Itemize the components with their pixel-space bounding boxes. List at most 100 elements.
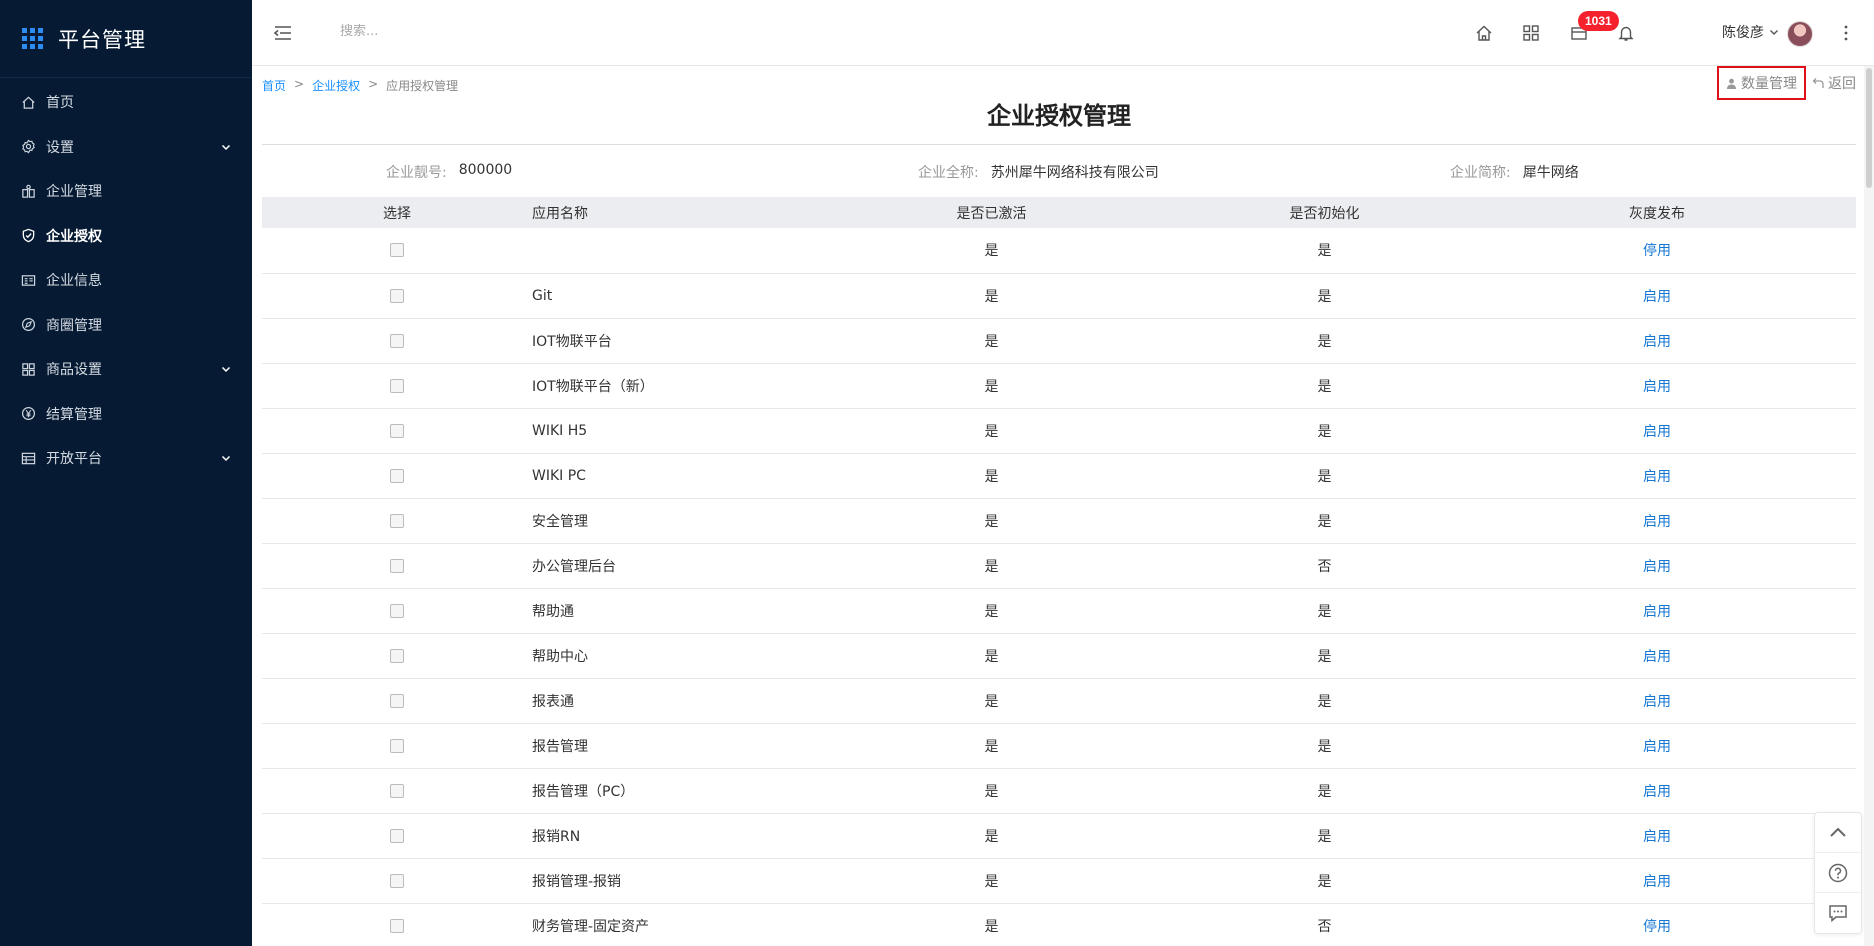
row-checkbox[interactable] <box>390 738 404 753</box>
row-checkbox[interactable] <box>390 783 404 798</box>
gray-release-toggle[interactable]: 启用 <box>1643 739 1671 755</box>
row-checkbox[interactable] <box>390 378 404 393</box>
title-divider <box>262 144 1856 145</box>
row-checkbox[interactable] <box>390 603 404 618</box>
gray-release-cell: 启用 <box>1458 363 1856 408</box>
sidebar-item-6[interactable]: 商圈管理 <box>0 303 252 348</box>
company-info: 企业靓号: 800000 企业全称: 苏州犀牛网络科技有限公司 企业简称: 犀牛… <box>262 162 1856 184</box>
help-button[interactable] <box>1815 853 1861 893</box>
gray-release-cell: 启用 <box>1458 858 1856 903</box>
row-checkbox[interactable] <box>390 288 404 303</box>
gray-release-toggle[interactable]: 启用 <box>1643 334 1671 350</box>
sidebar-item-5[interactable]: 企业信息 <box>0 258 252 303</box>
page-scrollbar[interactable] <box>1864 66 1874 946</box>
gray-release-toggle[interactable]: 启用 <box>1643 379 1671 395</box>
company-fullname-label: 企业全称: <box>918 165 979 181</box>
user-menu[interactable]: 陈俊彦 <box>1722 22 1780 42</box>
row-checkbox[interactable] <box>390 828 404 843</box>
sidebar-item-1[interactable]: 首页 <box>0 80 252 125</box>
breadcrumb-parent[interactable]: 企业授权 <box>312 77 360 94</box>
chevron-down-icon[interactable] <box>220 141 232 153</box>
row-checkbox[interactable] <box>390 648 404 663</box>
chevron-down-icon[interactable] <box>220 363 232 375</box>
shield-icon <box>20 228 36 244</box>
breadcrumb-separator: > <box>368 77 379 91</box>
more-vertical-icon[interactable] <box>1839 24 1853 42</box>
sidebar-item-7[interactable]: 商品设置 <box>0 347 252 392</box>
chevron-up-icon <box>1830 827 1846 837</box>
gray-release-toggle[interactable]: 停用 <box>1643 243 1671 259</box>
sidebar-item-4[interactable]: 企业授权 <box>0 214 252 259</box>
activated-cell: 是 <box>984 513 999 530</box>
app-auth-table-wrap: 选择 应用名称 是否已激活 是否初始化 灰度发布 是是停用 Git 是是启用 IOT物… <box>262 197 1856 946</box>
gray-release-toggle[interactable]: 启用 <box>1643 604 1671 620</box>
topbar: 1031 陈俊彦 <box>252 0 1874 66</box>
bell-icon[interactable] <box>1617 24 1635 42</box>
table-row: IOT物联平台 是 是 启用 <box>262 318 1856 363</box>
table-row: 帮助通 是 是 启用 <box>262 588 1856 633</box>
gray-release-cell: 启用 <box>1458 273 1856 318</box>
select-cell <box>262 498 532 543</box>
row-checkbox[interactable] <box>390 558 404 573</box>
initialized-cell: 是 <box>1317 423 1332 440</box>
back-to-top-button[interactable] <box>1815 813 1861 853</box>
breadcrumb-home[interactable]: 首页 <box>262 77 286 94</box>
gray-release-toggle[interactable]: 启用 <box>1643 649 1671 665</box>
row-checkbox[interactable] <box>390 333 404 348</box>
row-checkbox[interactable] <box>390 918 404 933</box>
gray-release-toggle[interactable]: 启用 <box>1643 424 1671 440</box>
building-icon <box>20 183 36 199</box>
app-name-cell: 报告管理 <box>532 738 588 755</box>
sidebar-item-8[interactable]: 结算管理 <box>0 392 252 437</box>
sidebar-item-3[interactable]: 企业管理 <box>0 169 252 214</box>
feedback-button[interactable] <box>1815 893 1861 933</box>
quantity-management-button[interactable]: 数量管理 <box>1717 66 1806 100</box>
initialized-cell: 是 <box>1317 243 1332 260</box>
notification-badge: 1031 <box>1578 11 1619 31</box>
activated-cell: 是 <box>984 648 999 665</box>
apps-grid-icon[interactable] <box>22 27 44 50</box>
initialized-cell: 是 <box>1317 738 1332 755</box>
app-name-cell: 帮助通 <box>532 603 574 620</box>
row-checkbox[interactable] <box>390 423 404 438</box>
row-checkbox[interactable] <box>390 693 404 708</box>
chevron-down-icon <box>1770 30 1778 35</box>
gray-release-toggle[interactable]: 启用 <box>1643 874 1671 890</box>
activated-cell: 是 <box>984 783 999 800</box>
row-checkbox[interactable] <box>390 513 404 528</box>
activated-cell: 是 <box>984 918 999 935</box>
row-checkbox[interactable] <box>390 873 404 888</box>
gray-release-toggle[interactable]: 启用 <box>1643 784 1671 800</box>
back-button[interactable]: 返回 <box>1812 73 1856 93</box>
scrollbar-thumb[interactable] <box>1866 68 1872 188</box>
sidebar-item-2[interactable]: 设置 <box>0 125 252 170</box>
gray-release-toggle[interactable]: 启用 <box>1643 289 1671 305</box>
activated-cell: 是 <box>984 378 999 395</box>
floating-toolbar <box>1814 812 1862 934</box>
row-checkbox[interactable] <box>390 243 404 258</box>
sidebar-item-9[interactable]: 开放平台 <box>0 436 252 481</box>
gray-release-toggle[interactable]: 停用 <box>1643 919 1671 935</box>
gray-release-toggle[interactable]: 启用 <box>1643 514 1671 530</box>
row-checkbox[interactable] <box>390 468 404 483</box>
header-app-name: 应用名称 <box>532 205 588 222</box>
gray-release-toggle[interactable]: 启用 <box>1643 829 1671 845</box>
table-row: 报销管理-报销 是 是 启用 <box>262 858 1856 903</box>
avatar[interactable] <box>1787 21 1813 47</box>
home-icon[interactable] <box>1475 24 1493 42</box>
user-icon <box>1727 78 1736 89</box>
sidebar-item-label: 结算管理 <box>46 406 102 423</box>
select-cell <box>262 588 532 633</box>
gray-release-toggle[interactable]: 启用 <box>1643 694 1671 710</box>
app-name-cell: 报表通 <box>532 693 574 710</box>
activated-cell: 是 <box>984 468 999 485</box>
apps-icon[interactable] <box>1522 24 1540 42</box>
gray-release-toggle[interactable]: 启用 <box>1643 559 1671 575</box>
activated-cell: 是 <box>984 828 999 845</box>
compass-icon <box>20 317 36 333</box>
return-icon <box>1812 78 1824 88</box>
gray-release-toggle[interactable]: 启用 <box>1643 469 1671 485</box>
chevron-down-icon[interactable] <box>220 452 232 464</box>
sidebar-item-label: 商圈管理 <box>46 317 102 334</box>
initialized-cell: 是 <box>1317 648 1332 665</box>
